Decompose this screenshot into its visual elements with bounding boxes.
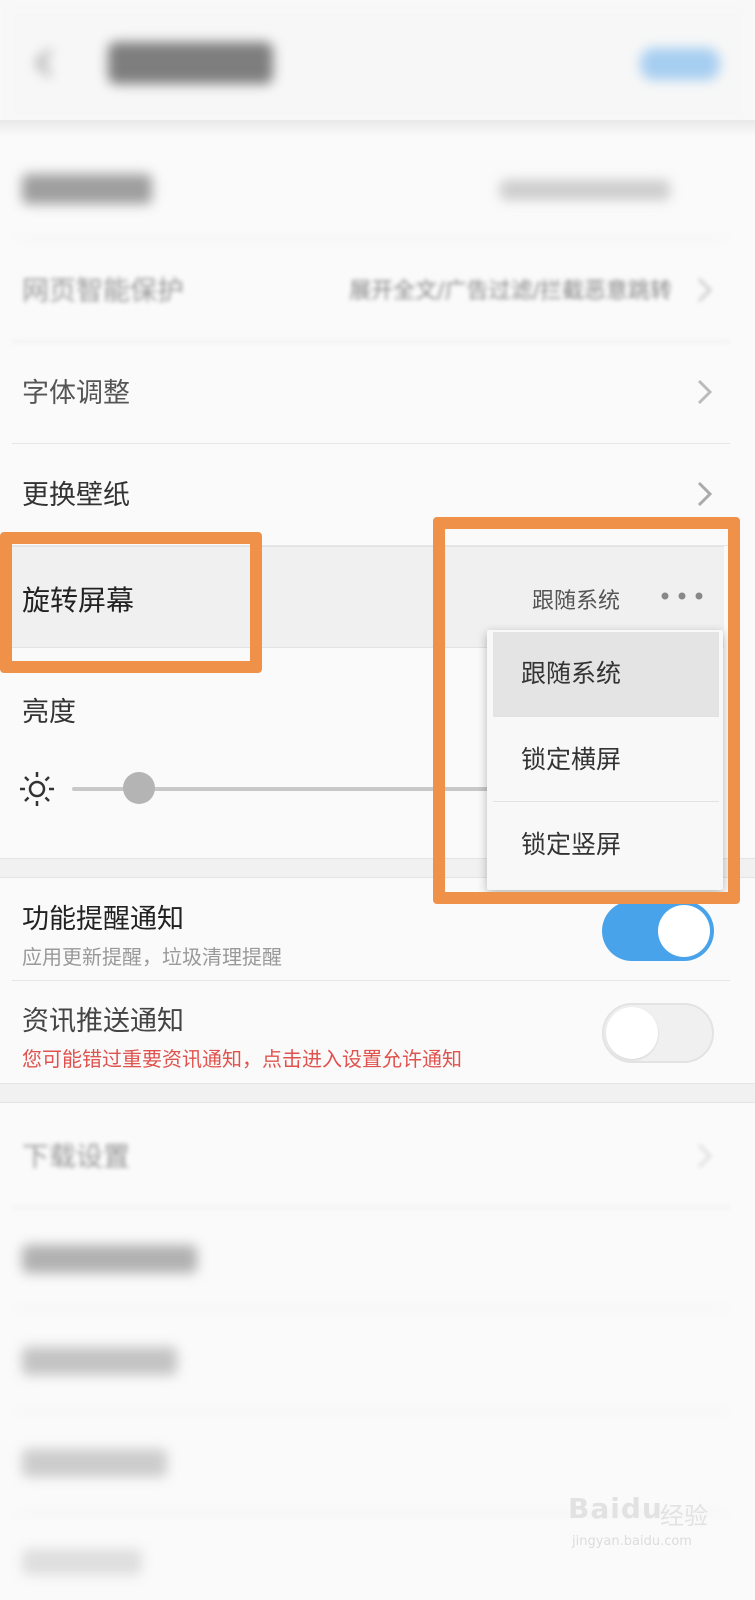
chevron-right-icon (697, 277, 713, 303)
chevron-right-icon (697, 379, 713, 405)
top-bar (0, 0, 755, 128)
back-arrow-icon[interactable] (30, 48, 60, 78)
toggle-knob (658, 905, 710, 957)
row-label-blurred (22, 1449, 167, 1477)
settings-row-blurred[interactable] (12, 1309, 730, 1412)
brightness-slider-thumb[interactable] (123, 772, 155, 804)
watermark-jingyan: 经验 (660, 1502, 708, 1530)
sun-icon (20, 772, 54, 806)
settings-row-blurred[interactable] (12, 1207, 730, 1310)
watermark-url: jingyan.baidu.com (572, 1534, 692, 1549)
watermark-brand: Baidu (568, 1492, 663, 1525)
row-label-blurred (22, 174, 152, 204)
web-protect-label: 网页智能保护 (22, 276, 184, 307)
header-shadow (0, 120, 755, 136)
web-protect-value: 展开全文/广告过滤/拦截恶意跳转 (349, 279, 672, 304)
news-notify-toggle[interactable] (602, 1003, 714, 1063)
download-label: 下载设置 (22, 1142, 130, 1173)
baidu-watermark: Baidu 经验 jingyan.baidu.com (568, 1488, 738, 1558)
page-title (108, 42, 273, 84)
notify-row-news[interactable]: 资讯推送通知 您可能错过重要资讯通知，点击进入设置允许通知 (12, 981, 730, 1083)
chevron-right-icon (697, 481, 713, 507)
highlight-box-rotate-label (0, 532, 262, 673)
settings-row-font[interactable]: 字体调整 (12, 341, 730, 444)
row-label-blurred (22, 1347, 177, 1375)
chevron-right-icon (697, 1143, 713, 1169)
settings-row-download[interactable]: 下载设置 (12, 1105, 730, 1208)
row-label-blurred (22, 1549, 142, 1575)
header-action-button[interactable] (640, 48, 720, 80)
notify-title: 功能提醒通知 (22, 904, 184, 935)
feature-notify-toggle[interactable] (602, 901, 714, 961)
notify-title: 资讯推送通知 (22, 1006, 184, 1037)
notify-warning-text[interactable]: 您可能错过重要资讯通知，点击进入设置允许通知 (22, 1043, 462, 1072)
notify-subtitle: 应用更新提醒，垃圾清理提醒 (22, 945, 282, 969)
brightness-label: 亮度 (22, 697, 76, 728)
row-value-blurred (500, 180, 670, 200)
wallpaper-label: 更换壁纸 (22, 480, 130, 511)
highlight-box-rotate-menu (433, 517, 740, 904)
font-adjust-label: 字体调整 (22, 378, 130, 409)
settings-row-web-protect[interactable]: 网页智能保护 展开全文/广告过滤/拦截恶意跳转 (12, 239, 730, 342)
section-divider (0, 1083, 755, 1103)
settings-row-top[interactable] (12, 136, 730, 239)
toggle-knob (606, 1007, 658, 1059)
row-label-blurred (22, 1245, 197, 1273)
